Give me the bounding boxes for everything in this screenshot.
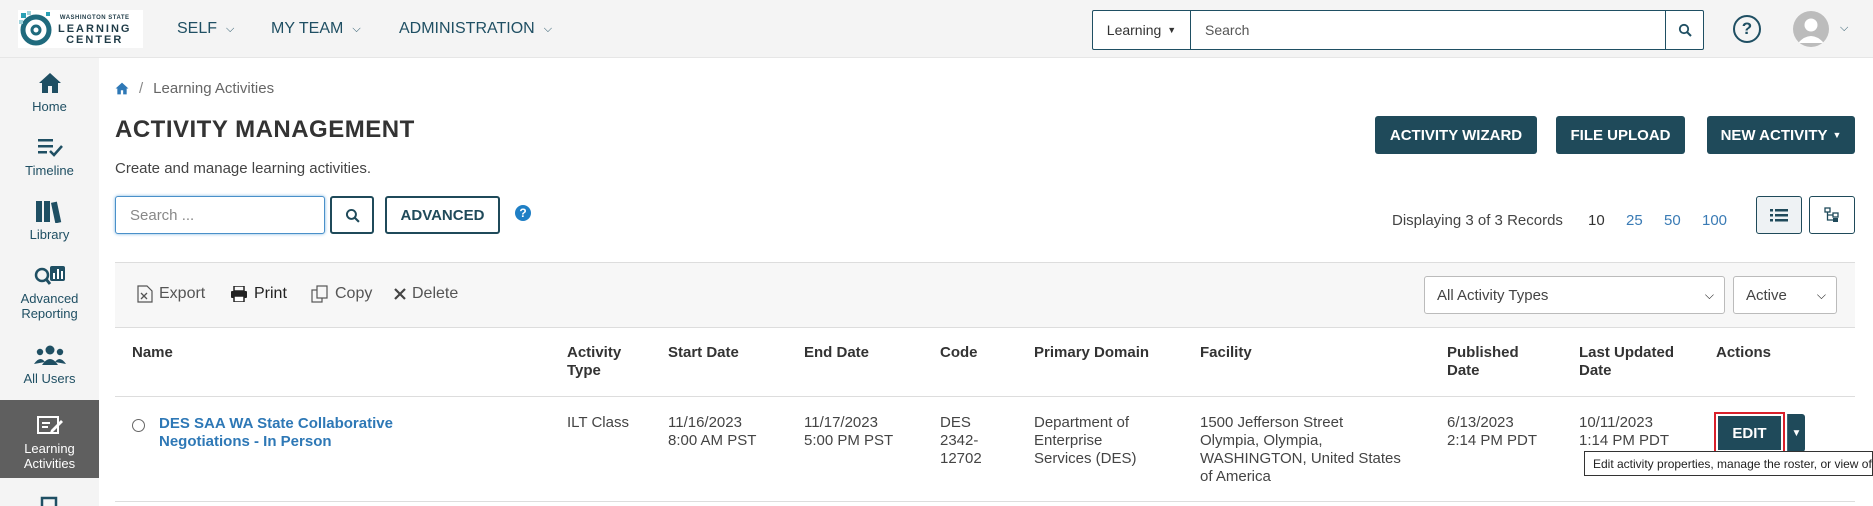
activity-name-link[interactable]: DES SAA WA State Collaborative Negotiatio… xyxy=(159,415,459,451)
tree-view-button[interactable] xyxy=(1809,196,1855,234)
tree-view-icon xyxy=(1824,207,1839,222)
column-header-code[interactable]: Code xyxy=(940,344,978,362)
chevron-down-icon[interactable]: ⌵ xyxy=(1840,22,1848,35)
cell-code: DES 2342- 12702 xyxy=(940,414,982,467)
breadcrumb-current: Learning Activities xyxy=(153,80,275,97)
column-header-actions: Actions xyxy=(1716,344,1772,361)
chevron-down-icon: ⌵ xyxy=(543,22,553,35)
column-header-name[interactable]: Name xyxy=(132,344,173,362)
column-header-primary-domain[interactable]: Primary Domain xyxy=(1034,344,1149,362)
breadcrumb: / Learning Activities xyxy=(115,80,274,97)
copy-button[interactable]: Copy xyxy=(311,285,372,303)
page-size-100[interactable]: 100 xyxy=(1702,212,1727,229)
column-header-activity-type[interactable]: Activity Type xyxy=(567,344,621,380)
print-button[interactable]: Print xyxy=(230,285,287,303)
chevron-down-icon: ⌵ xyxy=(1704,288,1714,302)
export-button[interactable]: Export xyxy=(137,285,205,303)
column-header-facility[interactable]: Facility xyxy=(1200,344,1252,362)
records-count: Displaying 3 of 3 Records xyxy=(1392,212,1563,229)
list-view-button[interactable] xyxy=(1756,196,1802,234)
delete-button[interactable]: Delete xyxy=(394,285,458,303)
activity-wizard-button[interactable]: ACTIVITY WIZARD xyxy=(1375,116,1537,154)
column-header-published-date[interactable]: Published Date xyxy=(1447,344,1519,380)
page-title: ACTIVITY MANAGEMENT xyxy=(115,116,415,143)
list-view-icon xyxy=(1770,209,1788,222)
sidebar-item-more[interactable] xyxy=(0,490,99,506)
help-icon[interactable]: ? xyxy=(1733,15,1761,43)
cell-start-date: 11/16/2023 8:00 AM PST xyxy=(668,414,757,449)
sidebar-item-home[interactable]: Home xyxy=(0,70,99,114)
cell-end-date: 11/17/2023 5:00 PM PST xyxy=(804,414,894,449)
export-icon xyxy=(137,285,153,303)
avatar[interactable] xyxy=(1793,11,1829,47)
sidebar-item-library[interactable]: Library xyxy=(0,198,99,242)
chevron-down-icon: ⌵ xyxy=(352,22,361,35)
cell-activity-type: ILT Class xyxy=(567,414,629,431)
global-search: Learning ▼ xyxy=(1092,10,1704,50)
sidebar-item-all-users[interactable]: All Users xyxy=(0,342,99,386)
column-header-last-updated[interactable]: Last Updated Date xyxy=(1579,344,1674,380)
cell-last-updated: 10/11/2023 1:14 PM PDT xyxy=(1579,414,1670,449)
search-scope-select[interactable]: Learning ▼ xyxy=(1093,11,1191,49)
caret-down-icon: ▼ xyxy=(1167,25,1177,35)
search-button[interactable] xyxy=(1665,11,1703,49)
sidebar-item-timeline[interactable]: Timeline xyxy=(0,134,99,178)
nav-self[interactable]: SELF ⌵ xyxy=(177,0,234,58)
reporting-icon xyxy=(0,262,99,288)
learning-center-logo[interactable]: WASHINGTON STATE LEARNING CENTER xyxy=(18,10,143,48)
top-bar: WASHINGTON STATE LEARNING CENTER SELF ⌵ M… xyxy=(0,0,1873,58)
global-search-input[interactable] xyxy=(1191,11,1665,49)
edit-tooltip: Edit activity properties, manage the ros… xyxy=(1584,451,1873,476)
timeline-icon xyxy=(0,134,99,160)
question-help-icon[interactable]: ? xyxy=(515,205,531,221)
page-size-10[interactable]: 10 xyxy=(1588,212,1605,229)
nav-administration[interactable]: ADMINISTRATION ⌵ xyxy=(399,0,552,58)
activity-search-input[interactable] xyxy=(115,196,325,234)
cell-published-date: 6/13/2023 2:14 PM PDT xyxy=(1447,414,1538,449)
sidebar: Home Timeline Library Advanced Reporting… xyxy=(0,58,99,506)
header-divider xyxy=(115,396,1855,397)
document-icon xyxy=(0,490,99,506)
row-select-radio[interactable] xyxy=(132,419,145,432)
sidebar-item-advanced-reporting[interactable]: Advanced Reporting xyxy=(0,262,99,321)
column-header-end-date[interactable]: End Date xyxy=(804,344,869,362)
print-icon xyxy=(230,286,248,302)
users-icon xyxy=(0,342,99,368)
home-icon[interactable] xyxy=(115,82,129,95)
column-header-start-date[interactable]: Start Date xyxy=(668,344,739,362)
logo-mark-icon xyxy=(18,10,58,48)
home-icon xyxy=(0,70,99,96)
logo-text: WASHINGTON STATE LEARNING CENTER xyxy=(58,14,132,46)
new-activity-button[interactable]: NEW ACTIVITY ▼ xyxy=(1707,116,1855,154)
row-divider xyxy=(115,501,1855,502)
table-toolbar: Export Print Copy Delete All Activity Ty… xyxy=(115,262,1855,328)
cell-facility: 1500 Jefferson Street Olympia, Olympia, WA… xyxy=(1200,414,1401,485)
advanced-search-button[interactable]: ADVANCED xyxy=(385,196,500,234)
activity-search-button[interactable] xyxy=(330,196,374,234)
close-icon xyxy=(394,288,406,300)
page-subtitle: Create and manage learning activities. xyxy=(115,160,371,177)
edit-button[interactable]: EDIT xyxy=(1718,416,1781,450)
search-icon xyxy=(345,208,360,223)
user-avatar-icon xyxy=(1798,18,1824,43)
sidebar-item-learning-activities[interactable]: Learning Activities xyxy=(0,400,99,478)
nav-my-team[interactable]: MY TEAM ⌵ xyxy=(271,0,361,58)
activity-type-select[interactable]: All Activity Types ⌵ xyxy=(1424,276,1725,314)
copy-icon xyxy=(311,285,329,303)
cell-primary-domain: Department of Enterprise Services (DES) xyxy=(1034,414,1137,467)
edit-options-caret[interactable]: ▼ xyxy=(1787,414,1805,452)
chevron-down-icon: ⌵ xyxy=(226,22,235,35)
learning-activities-icon xyxy=(0,412,99,438)
chevron-down-icon: ⌵ xyxy=(1816,288,1826,302)
edit-button-highlight: EDIT xyxy=(1714,412,1785,454)
caret-down-icon: ▼ xyxy=(1791,427,1802,439)
library-icon xyxy=(0,198,99,224)
page-size-50[interactable]: 50 xyxy=(1664,212,1681,229)
file-upload-button[interactable]: FILE UPLOAD xyxy=(1556,116,1685,154)
breadcrumb-separator: / xyxy=(139,80,144,97)
page-size-25[interactable]: 25 xyxy=(1626,212,1643,229)
status-select[interactable]: Active ⌵ xyxy=(1733,276,1837,314)
search-icon xyxy=(1678,23,1692,37)
caret-down-icon: ▼ xyxy=(1832,130,1842,140)
